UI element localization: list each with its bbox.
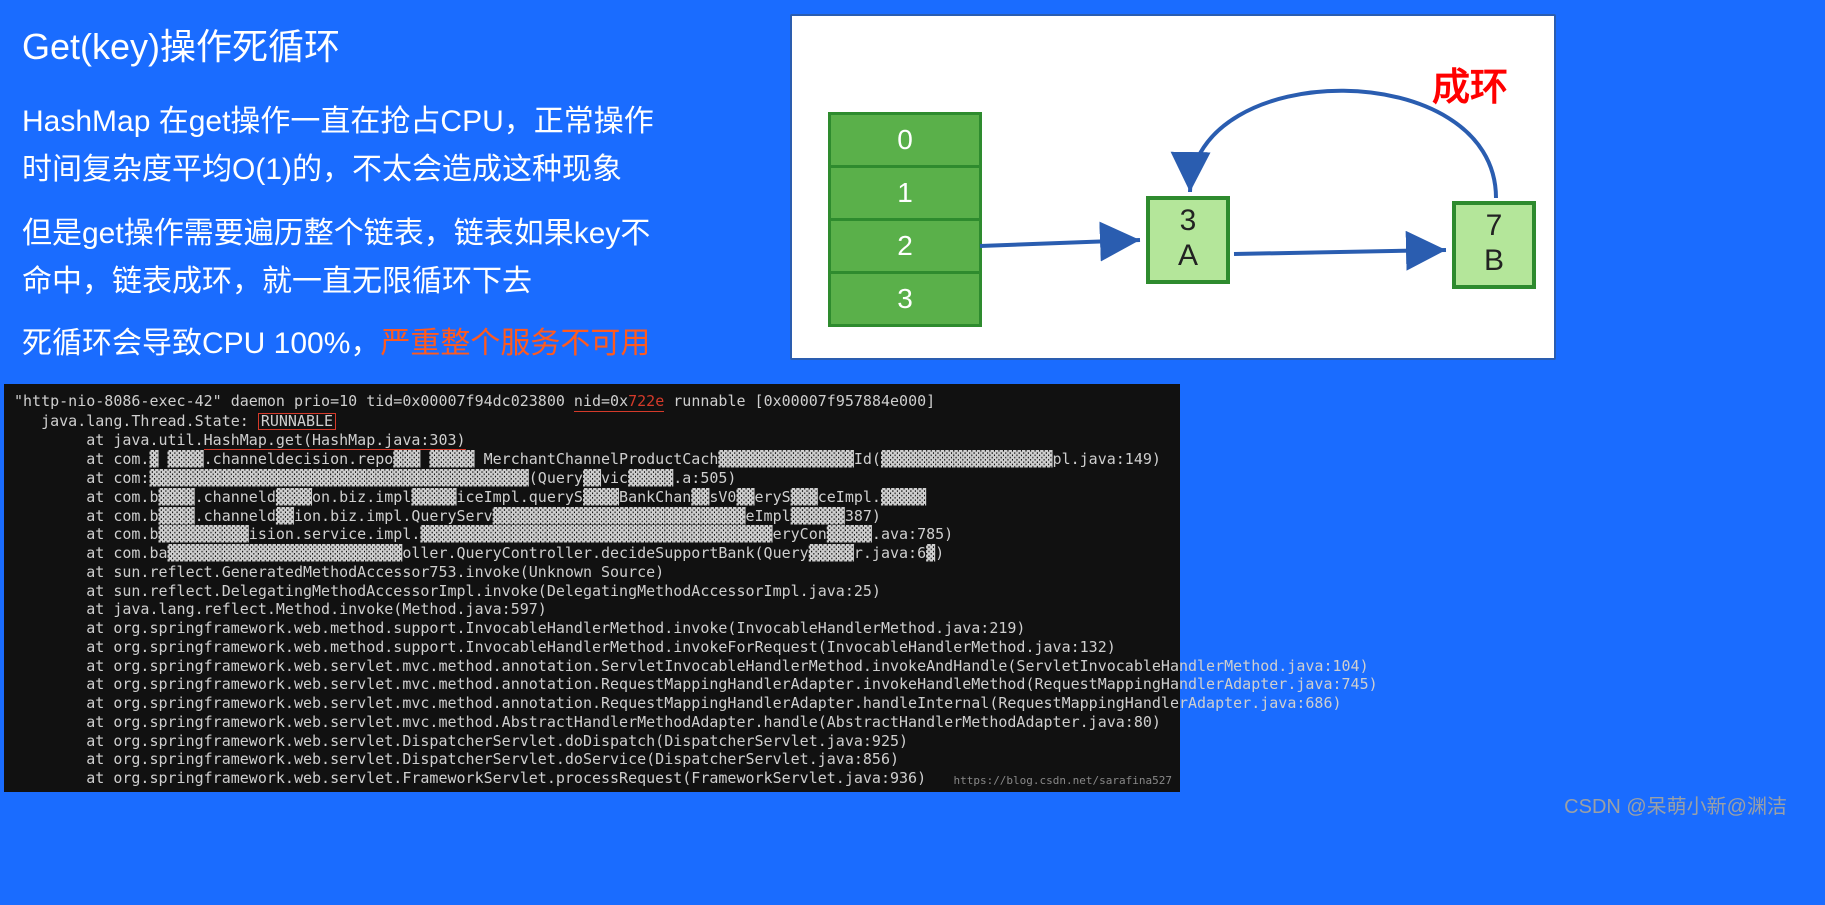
nid-highlight: nid=0x722e xyxy=(574,392,664,412)
node-a: 3 A xyxy=(1146,196,1230,284)
stack-line: at com.b▓▓▓▓.channeld▓▓▓▓on.biz.impl▓▓▓▓… xyxy=(14,488,926,506)
paragraph-3-warning: 严重整个服务不可用 xyxy=(380,327,650,360)
stack-line: at com.b▓▓▓▓.channeld▓▓ion.biz.impl.Quer… xyxy=(14,507,881,525)
node-b: 7 B xyxy=(1452,201,1536,289)
stack-line: at sun.reflect.GeneratedMethodAccessor75… xyxy=(14,563,664,581)
stack-line: at org.springframework.web.servlet.Dispa… xyxy=(14,732,908,750)
stack-line: java.lang.Thread.State: xyxy=(14,412,258,430)
stack-line: at org.springframework.web.method.suppor… xyxy=(14,638,1116,656)
thread-state-box: RUNNABLE xyxy=(258,413,336,430)
stack-line: at java.lang.reflect.Method.invoke(Metho… xyxy=(14,600,547,618)
bucket-cell: 0 xyxy=(831,115,979,165)
arrow-bucket-to-a xyxy=(980,240,1140,246)
bucket-cell: 1 xyxy=(831,165,979,218)
stack-line: at org.springframework.web.method.suppor… xyxy=(14,619,1025,637)
watermark: CSDN @呆萌小新@渊洁 xyxy=(1564,790,1787,819)
stack-line: at com.▓ ▓▓▓▓.channeldecision.repo▓▓▓ ▓▓… xyxy=(14,450,1161,468)
bucket-cell: 3 xyxy=(831,271,979,324)
stack-line: at com.ba▓▓▓▓▓▓▓▓▓▓▓▓▓▓▓▓▓▓▓▓▓▓▓▓▓▓oller… xyxy=(14,544,944,562)
stack-line: at java.util. xyxy=(14,431,204,449)
loop-label: 成环 xyxy=(1432,56,1508,111)
bucket-cell: 2 xyxy=(831,218,979,271)
stack-line: at sun.reflect.DelegatingMethodAccessorI… xyxy=(14,582,881,600)
stack-line: at org.springframework.web.servlet.Dispa… xyxy=(14,750,899,768)
source-url: https://blog.csdn.net/sarafina527 xyxy=(953,774,1172,788)
stack-line: at org.springframework.web.servlet.mvc.m… xyxy=(14,694,1342,712)
stack-line: at org.springframework.web.servlet.Frame… xyxy=(14,769,926,787)
arrow-a-to-b xyxy=(1234,250,1446,254)
paragraph-2: 但是get操作需要遍历整个链表，链表如果key不命中，链表成环，就一直无限循环下… xyxy=(22,210,662,306)
stack-line: at com:▓▓▓▓▓▓▓▓▓▓▓▓▓▓▓▓▓▓▓▓▓▓▓▓▓▓▓▓▓▓▓▓▓… xyxy=(14,469,736,487)
node-b-key: 7 xyxy=(1486,209,1503,242)
stack-line: runnable [0x00007f957884e000] xyxy=(664,392,935,410)
hashmap-get-highlight: HashMap.get(HashMap.java:303) xyxy=(204,431,466,451)
paragraph-1: HashMap 在get操作一直在抢占CPU，正常操作时间复杂度平均O(1)的，… xyxy=(22,98,662,194)
stack-line: "http-nio-8086-exec-42" daemon prio=10 t… xyxy=(14,392,574,410)
stacktrace-terminal: "http-nio-8086-exec-42" daemon prio=10 t… xyxy=(4,384,1180,792)
stack-line: at org.springframework.web.servlet.mvc.m… xyxy=(14,675,1378,693)
slide-title: Get(key)操作死循环 xyxy=(22,18,340,70)
bucket-array: 0 1 2 3 xyxy=(828,112,982,327)
node-a-key: 3 xyxy=(1180,204,1197,237)
node-b-val: B xyxy=(1484,244,1504,277)
stack-line: at com.b▓▓▓▓▓▓▓▓▓▓ision.service.impl.▓▓▓… xyxy=(14,525,953,543)
stack-line: at org.springframework.web.servlet.mvc.m… xyxy=(14,713,1161,731)
stack-line: at org.springframework.web.servlet.mvc.m… xyxy=(14,657,1369,675)
paragraph-3: 死循环会导致CPU 100%，严重整个服务不可用 xyxy=(22,320,650,368)
diagram-card: 成环 0 1 2 3 3 A 7 B xyxy=(790,14,1556,360)
node-a-val: A xyxy=(1178,239,1198,272)
paragraph-3-prefix: 死循环会导致CPU 100%， xyxy=(22,327,380,360)
